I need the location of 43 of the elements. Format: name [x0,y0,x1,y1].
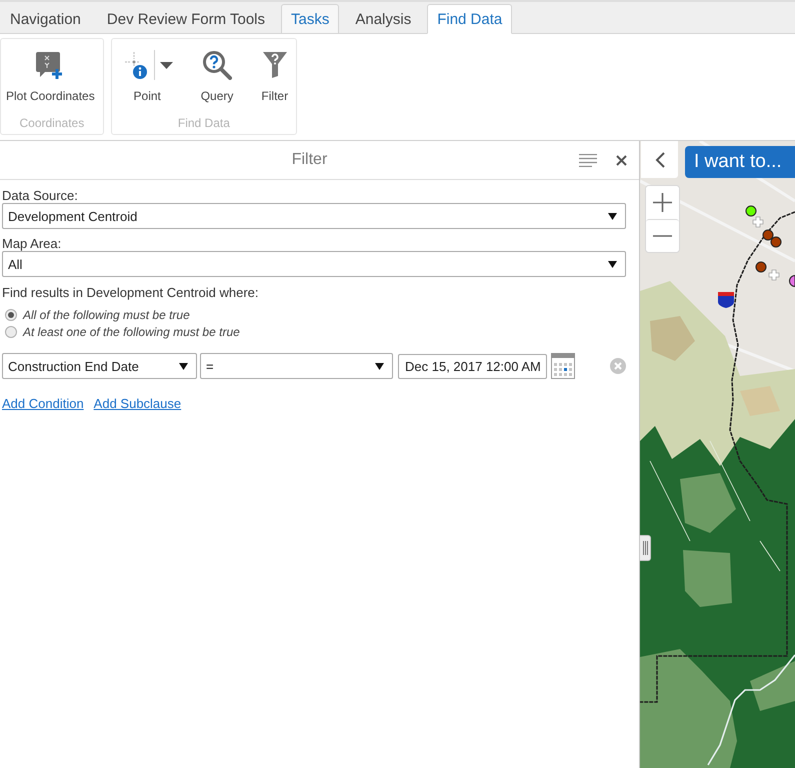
close-icon[interactable] [616,154,627,166]
minus-icon [653,235,672,237]
tab[interactable]: Tasks [281,4,340,34]
date-field[interactable]: Dec 15, 2017 12:00 AM [398,354,547,378]
grip-icon [642,541,648,555]
query-button[interactable]: Query [198,47,236,105]
panel-title: Filter [290,151,328,169]
chevron-left-icon [654,152,664,168]
highway-shield-icon [718,292,734,308]
plus-marker-icon[interactable] [768,270,780,280]
splitter-handle[interactable] [640,535,651,561]
calendar-icon[interactable] [551,353,575,379]
dropdown-field[interactable]: All [2,251,626,277]
group-label: Coordinates [18,115,86,131]
plus-icon [653,193,672,212]
caret-icon [375,362,384,370]
radio-button[interactable] [5,308,17,320]
tab[interactable]: Find Data [427,4,512,34]
link[interactable]: Add Subclause [94,396,182,412]
dropdown-field[interactable]: Development Centroid [2,203,626,229]
menu-icon[interactable] [579,154,597,166]
back-button[interactable] [641,141,678,178]
map-marker-icon[interactable] [789,275,795,287]
option-label: All of the following must be true [23,308,190,322]
filter-button[interactable]: Filter [259,47,290,105]
prompt-text: Find results in Development Centroid where: [2,285,260,301]
radio-button[interactable] [5,326,17,338]
plot-coordinates-button[interactable]: Plot Coordinates [4,47,97,105]
search-icon [202,50,232,80]
dropdown-field[interactable]: Construction End Date [2,353,197,379]
field-label: Map Area: [2,236,62,251]
field-label: Data Source: [2,188,79,203]
filter-icon [262,51,288,79]
caret-icon [179,362,188,370]
link[interactable]: Add Condition [2,396,84,412]
plus-marker-icon[interactable] [752,216,764,228]
dropdown-field[interactable]: = [200,353,393,379]
option-label: At least one of the following must be true [23,324,240,338]
group-label: Find Data [176,115,231,131]
i-want-to-button[interactable]: I want to... [685,146,795,178]
caret-icon [608,260,617,268]
caret-icon [608,212,617,220]
point-button[interactable]: Point [120,47,175,105]
